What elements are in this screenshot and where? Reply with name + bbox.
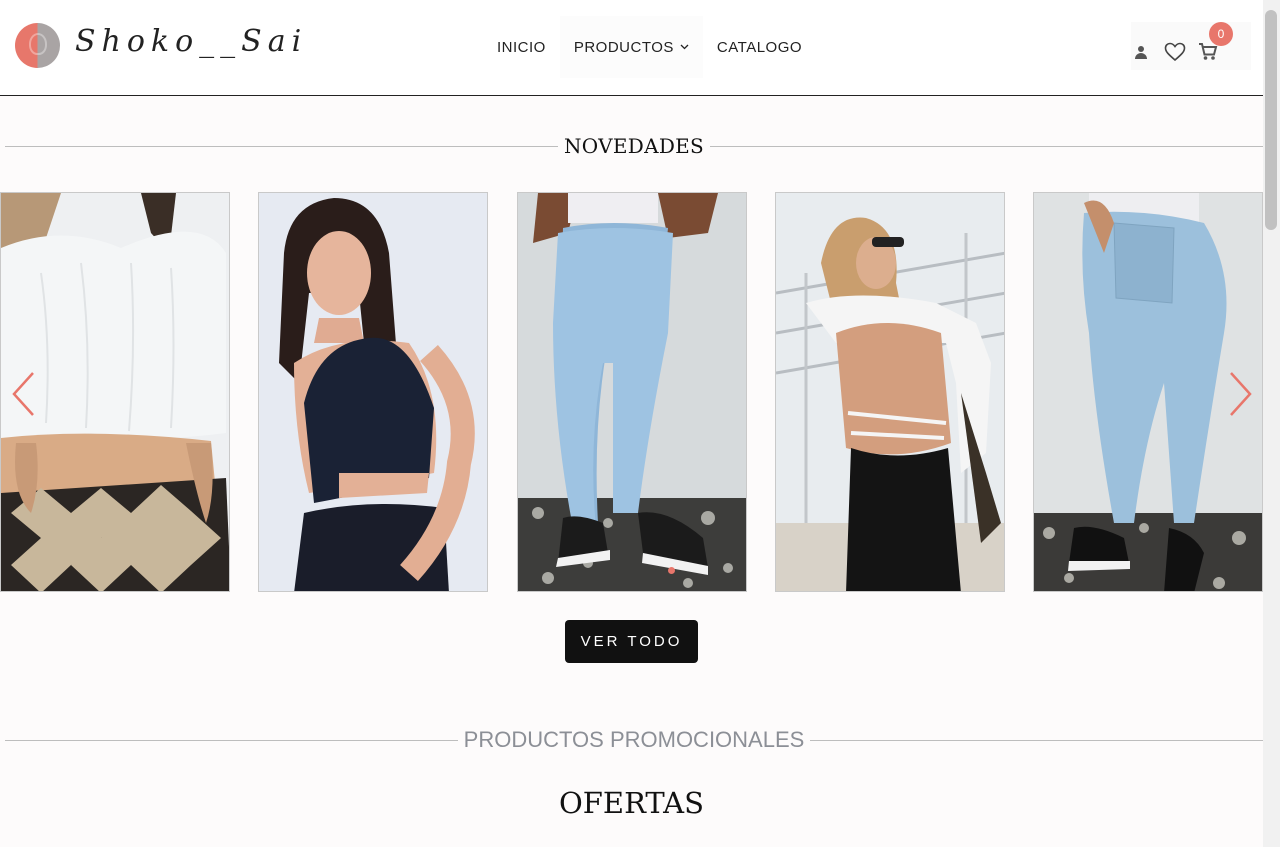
chevron-down-icon [680, 42, 689, 53]
ofertas-title: OFERTAS [559, 786, 704, 820]
product-card[interactable] [258, 192, 488, 592]
heart-icon[interactable] [1164, 42, 1186, 67]
promo-heading: PRODUCTOS PROMOCIONALES [5, 727, 1263, 753]
product-card[interactable] [517, 192, 747, 592]
page-scrollbar[interactable] [1263, 0, 1280, 847]
novedades-title: NOVEDADES [563, 134, 705, 158]
carousel-prev-arrow[interactable] [10, 370, 38, 418]
cart-icon[interactable] [1198, 42, 1218, 67]
nav-item-productos-label: PRODUCTOS [573, 38, 674, 56]
novedades-heading: NOVEDADES [5, 134, 1264, 158]
divider [5, 145, 558, 147]
product-card[interactable] [775, 192, 1005, 592]
divider [710, 145, 1264, 147]
brand-logo[interactable] [15, 23, 60, 68]
user-icon[interactable] [1134, 46, 1148, 60]
nav-item-productos[interactable]: PRODUCTOS [559, 16, 703, 78]
brand-name[interactable]: Shoko__Sai [75, 24, 307, 59]
header-icons-box [1131, 22, 1251, 70]
carousel-indicator-dot[interactable] [668, 567, 675, 574]
ver-todo-button[interactable]: VER TODO [565, 620, 698, 663]
nav-item-inicio[interactable]: INICIO [483, 16, 560, 78]
cart-count-badge: 0 [1209, 22, 1233, 46]
product-carousel [0, 192, 1263, 592]
divider [810, 739, 1263, 741]
nav-item-catalogo[interactable]: CATALOGO [703, 16, 816, 78]
promo-title: PRODUCTOS PROMOCIONALES [463, 727, 805, 752]
main-nav: INICIO PRODUCTOS CATALOGO [483, 16, 816, 78]
carousel-next-arrow[interactable] [1226, 370, 1254, 418]
scrollbar-thumb[interactable] [1265, 10, 1277, 230]
divider [5, 739, 458, 741]
